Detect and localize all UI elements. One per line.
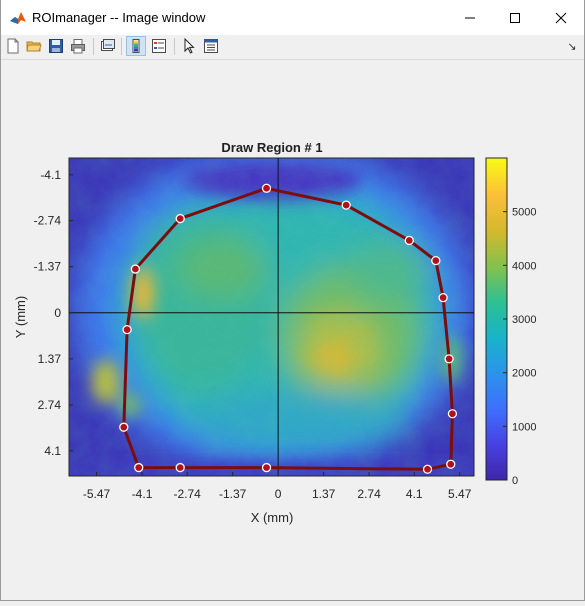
- roi-vertex-handle[interactable]: [341, 200, 351, 210]
- y-tick-label: 0: [54, 306, 61, 320]
- colorbar[interactable]: 5000 4000 3000 2000 1000 0: [485, 157, 536, 487]
- y-tick-label: 1.37: [38, 352, 62, 366]
- x-tick-label: 1.37: [312, 487, 336, 501]
- y-axis: -4.1 -2.74 -1.37 0 1.37 2.74 4.1: [34, 168, 73, 458]
- y-tick-label: -1.37: [34, 260, 62, 274]
- roi-vertex-handle[interactable]: [130, 264, 141, 274]
- roi-vertex-handle[interactable]: [175, 213, 185, 224]
- y-tick-label: -4.1: [40, 168, 61, 182]
- colorbar-tick-label: 4000: [512, 260, 536, 272]
- roi-vertex-handle[interactable]: [446, 459, 456, 469]
- window-title: ROImanager -- Image window: [32, 10, 206, 25]
- y-tick-label: -2.74: [34, 214, 62, 228]
- roi-vertex-handle[interactable]: [447, 409, 458, 419]
- open-file-button[interactable]: [24, 36, 44, 56]
- colorbar-ticks: 5000 4000 3000 2000 1000 0: [503, 207, 536, 487]
- save-figure-button[interactable]: [46, 36, 66, 56]
- property-inspector-icon: [204, 39, 218, 53]
- colorbar-icon: [132, 39, 140, 53]
- print-icon: [71, 39, 85, 54]
- x-tick-label: 5.47: [448, 487, 472, 501]
- roi-vertex-handle[interactable]: [175, 462, 185, 473]
- link-plot-icon: [101, 39, 115, 51]
- colorbar-tick-label: 1000: [512, 421, 536, 433]
- close-icon: [555, 12, 567, 23]
- x-tick-label: -2.74: [174, 487, 202, 501]
- colorbar-tick-label: 3000: [512, 314, 536, 326]
- link-plot-button[interactable]: [98, 36, 118, 56]
- property-inspector-button[interactable]: [201, 36, 221, 56]
- minimize-icon: [465, 17, 475, 18]
- arrow-cursor-icon: [184, 38, 195, 54]
- roi-vertex-handle[interactable]: [134, 462, 144, 473]
- roi-vertex-handle[interactable]: [404, 235, 414, 246]
- roi-vertex-handle[interactable]: [431, 255, 441, 266]
- insert-legend-button[interactable]: [149, 36, 169, 56]
- window-border-left: [0, 0, 1, 601]
- x-tick-label: -4.1: [132, 487, 153, 501]
- close-button[interactable]: [538, 0, 584, 35]
- roi-vertex-handle[interactable]: [122, 324, 132, 335]
- colorbar-tick-label: 2000: [512, 368, 536, 380]
- y-tick-label: 4.1: [44, 444, 61, 458]
- title-bar: ROImanager -- Image window: [0, 0, 585, 36]
- x-tick-label: 0: [275, 487, 282, 501]
- dock-figure-button[interactable]: ↘: [563, 36, 581, 56]
- roi-vertex-handle[interactable]: [438, 293, 448, 303]
- x-tick-label: -1.37: [219, 487, 247, 501]
- roi-vertex-handle[interactable]: [422, 464, 433, 474]
- figure-toolbar: ↘: [0, 35, 585, 60]
- insert-colorbar-button[interactable]: [126, 36, 146, 56]
- roi-vertex-handle[interactable]: [119, 422, 129, 432]
- roi-vertex-handle[interactable]: [261, 462, 272, 473]
- x-tick-label: 2.74: [357, 487, 381, 501]
- dock-arrow-icon: ↘: [567, 40, 577, 53]
- toolbar-separator: [174, 38, 175, 55]
- maximize-icon: [510, 12, 520, 23]
- colorbar-tick-label: 0: [512, 475, 518, 487]
- y-axis-label: Y (mm): [13, 296, 28, 338]
- x-axis-label: X (mm): [251, 510, 294, 525]
- open-folder-icon: [26, 41, 42, 52]
- x-tick-label: 4.1: [406, 487, 423, 501]
- new-file-icon: [7, 38, 19, 54]
- figure-canvas: Draw Region # 1 -5.47 -4.1 -2.74 -1.37 0…: [0, 60, 585, 601]
- print-figure-button[interactable]: [68, 36, 88, 56]
- maximize-button[interactable]: [492, 0, 538, 35]
- roi-vertex-handle[interactable]: [444, 354, 454, 364]
- minimize-button[interactable]: [447, 0, 493, 35]
- legend-icon: [152, 39, 166, 53]
- plot-title: Draw Region # 1: [221, 140, 322, 155]
- new-figure-button[interactable]: [3, 36, 23, 56]
- x-tick-label: -5.47: [83, 487, 111, 501]
- edit-plot-button[interactable]: [179, 36, 199, 56]
- image-axes-figure: Draw Region # 1 -5.47 -4.1 -2.74 -1.37 0…: [13, 140, 536, 525]
- toolbar-separator: [121, 38, 122, 55]
- roi-vertex-handle[interactable]: [261, 183, 272, 193]
- toolbar-separator: [93, 38, 94, 55]
- matlab-icon: [9, 9, 27, 27]
- colorbar-tick-label: 5000: [512, 207, 536, 219]
- y-tick-label: 2.74: [38, 398, 62, 412]
- save-icon: [49, 39, 63, 53]
